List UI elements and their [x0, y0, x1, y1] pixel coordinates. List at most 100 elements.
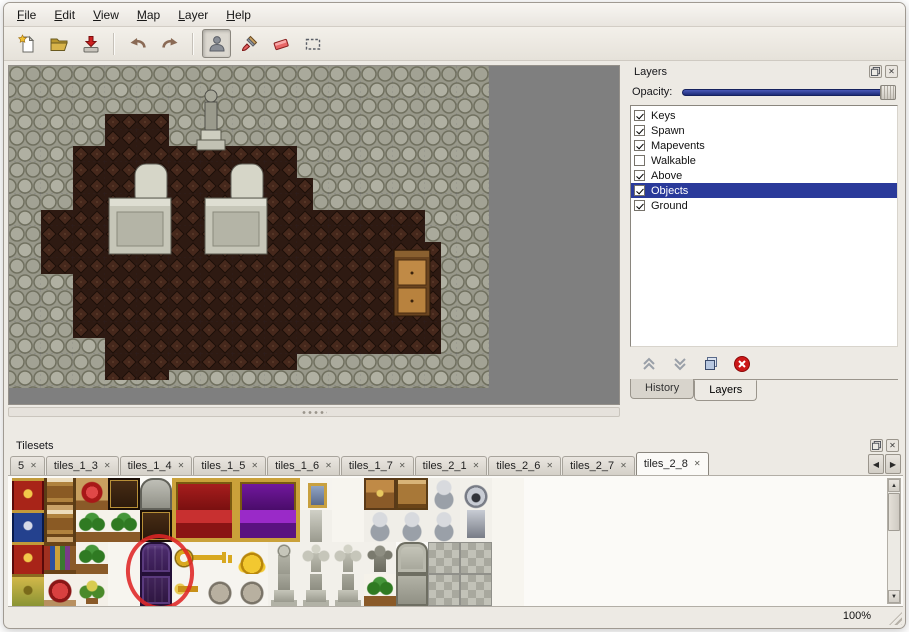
tile-cobble[interactable]: [428, 542, 460, 574]
dock-tab-history[interactable]: History: [630, 379, 694, 399]
eraser-tool-button[interactable]: [266, 29, 295, 58]
tile-frame[interactable]: [300, 478, 332, 510]
tab-close-icon[interactable]: ✕: [473, 462, 480, 470]
duplicate-layer-button[interactable]: [700, 353, 722, 375]
tile-blank[interactable]: [492, 510, 524, 542]
menu-view[interactable]: View: [84, 5, 128, 25]
layer-row-spawn[interactable]: Spawn: [631, 123, 897, 138]
tile-door-gray[interactable]: [140, 478, 172, 510]
map-canvas[interactable]: [9, 66, 489, 388]
tab-close-icon[interactable]: ✕: [325, 462, 332, 470]
layer-visibility-checkbox[interactable]: [634, 110, 645, 121]
float-dock-icon[interactable]: [869, 65, 882, 78]
tile-banana[interactable]: [76, 574, 108, 606]
layer-visibility-checkbox[interactable]: [634, 185, 645, 196]
tile-throne-red-tl[interactable]: [172, 478, 204, 510]
tile-banner-blue[interactable]: [12, 510, 44, 542]
tab-close-icon[interactable]: ✕: [399, 462, 406, 470]
tile-armor[interactable]: [396, 510, 428, 542]
tile-blank[interactable]: [492, 478, 524, 510]
tileset-tab-5[interactable]: 5✕: [10, 456, 45, 475]
tile-blank[interactable]: [332, 510, 364, 542]
tile-armor[interactable]: [428, 510, 460, 542]
layer-row-objects[interactable]: Objects: [631, 183, 897, 198]
opacity-slider[interactable]: [682, 85, 896, 100]
tile-plant[interactable]: [108, 510, 140, 542]
brush-tool-button[interactable]: [234, 29, 263, 58]
tileset-tab-tiles_2_1[interactable]: tiles_2_1✕: [415, 456, 488, 475]
float-dock-icon[interactable]: [870, 439, 883, 452]
tile-plant[interactable]: [364, 574, 396, 606]
tile-throne-red-tr[interactable]: [204, 478, 236, 510]
tile-throne-purple-tr[interactable]: [268, 478, 300, 510]
delete-layer-button[interactable]: [731, 353, 753, 375]
tab-close-icon[interactable]: ✕: [694, 460, 701, 468]
tileset-view[interactable]: ▲ ▼: [8, 475, 903, 607]
opacity-slider-handle[interactable]: [880, 85, 896, 100]
tileset-scrollbar[interactable]: ▲ ▼: [887, 478, 901, 604]
tab-close-icon[interactable]: ✕: [546, 462, 553, 470]
tileset-tab-tiles_1_5[interactable]: tiles_1_5✕: [193, 456, 266, 475]
tile-angel[interactable]: [332, 542, 364, 574]
tile-blank[interactable]: [492, 574, 524, 606]
tile-statue-top[interactable]: [268, 542, 300, 574]
tile-roller[interactable]: [44, 478, 76, 510]
layer-visibility-checkbox[interactable]: [634, 140, 645, 151]
tile-pot-red[interactable]: [44, 574, 76, 606]
scrollbar-thumb[interactable]: [888, 493, 900, 531]
move-layer-up-button[interactable]: [638, 353, 660, 375]
tile-key-right[interactable]: [204, 542, 236, 574]
tile-shelf[interactable]: [396, 478, 428, 510]
layer-visibility-checkbox[interactable]: [634, 200, 645, 211]
close-dock-icon[interactable]: ✕: [885, 65, 898, 78]
tileset-tab-tiles_1_7[interactable]: tiles_1_7✕: [341, 456, 414, 475]
tile-monument-bottom[interactable]: [396, 574, 428, 606]
tile-key-left[interactable]: [172, 542, 204, 574]
tile-statue-bottom[interactable]: [268, 574, 300, 606]
tab-close-icon[interactable]: ✕: [178, 462, 185, 470]
layer-row-mapevents[interactable]: Mapevents: [631, 138, 897, 153]
map-viewport[interactable]: [8, 65, 620, 405]
close-dock-icon[interactable]: ✕: [886, 439, 899, 452]
menu-help[interactable]: Help: [217, 5, 260, 25]
tile-armor[interactable]: [428, 478, 460, 510]
tile-blank[interactable]: [492, 542, 524, 574]
tile-blank[interactable]: [332, 478, 364, 510]
tile-throne-red-br[interactable]: [204, 510, 236, 542]
tile-throne-purple-tl[interactable]: [236, 478, 268, 510]
tile-key-handle[interactable]: [172, 574, 204, 606]
menu-map[interactable]: Map: [128, 5, 169, 25]
move-layer-down-button[interactable]: [669, 353, 691, 375]
tile-cobble[interactable]: [428, 574, 460, 606]
tile-rock[interactable]: [204, 574, 236, 606]
open-file-button[interactable]: [44, 29, 73, 58]
tile-banner-gold[interactable]: [12, 574, 44, 606]
stamp-tool-button[interactable]: [202, 29, 231, 58]
tab-close-icon[interactable]: ✕: [620, 462, 627, 470]
rect-select-tool-button[interactable]: [298, 29, 327, 58]
tile-angel[interactable]: [300, 542, 332, 574]
menu-layer[interactable]: Layer: [169, 5, 217, 25]
tile-obelisk-top[interactable]: [300, 510, 332, 542]
undo-button[interactable]: [123, 29, 152, 58]
tile-monument-top[interactable]: [396, 542, 428, 574]
new-file-button[interactable]: [12, 29, 41, 58]
tile-door-purple-bottom[interactable]: [140, 574, 172, 606]
layer-row-ground[interactable]: Ground: [631, 198, 897, 213]
layer-row-above[interactable]: Above: [631, 168, 897, 183]
tileset-tab-tiles_1_4[interactable]: tiles_1_4✕: [120, 456, 193, 475]
dock-tab-layers[interactable]: Layers: [694, 380, 757, 401]
tile-plant[interactable]: [76, 542, 108, 574]
tile-books[interactable]: [44, 542, 76, 574]
tile-chest[interactable]: [364, 478, 396, 510]
tile-throne-red-bl[interactable]: [172, 510, 204, 542]
tileset-tab-tiles_1_6[interactable]: tiles_1_6✕: [267, 456, 340, 475]
layer-row-keys[interactable]: Keys: [631, 108, 897, 123]
save-file-button[interactable]: [76, 29, 105, 58]
horizontal-splitter[interactable]: [8, 407, 620, 417]
tileset-tab-tiles_2_7[interactable]: tiles_2_7✕: [562, 456, 635, 475]
scroll-tabs-left-icon[interactable]: ◀: [868, 454, 884, 474]
tile-cushion[interactable]: [76, 478, 108, 510]
resize-grip[interactable]: [889, 612, 902, 625]
layer-row-walkable[interactable]: Walkable: [631, 153, 897, 168]
